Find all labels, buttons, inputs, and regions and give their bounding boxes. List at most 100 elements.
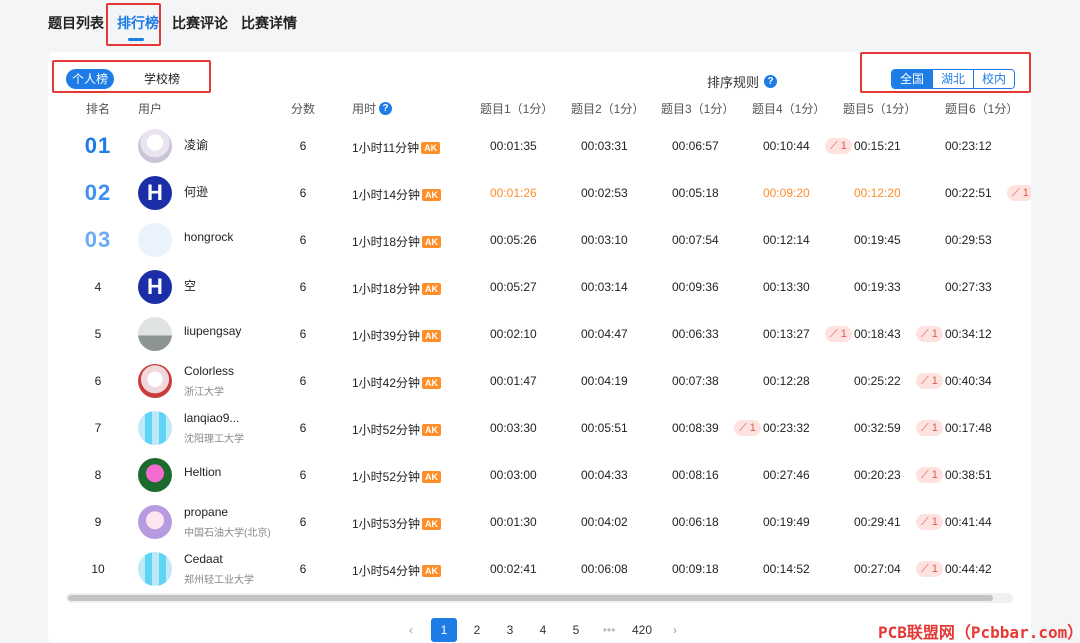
school-board-button[interactable]: 学校榜 — [132, 69, 192, 89]
problem-time-cell: 00:27:04 — [854, 562, 901, 576]
user-school: 浙江大学 — [184, 387, 224, 398]
user-name[interactable]: 空 — [184, 277, 196, 294]
wrong-attempt-badge: ⟋ 1 — [916, 420, 943, 436]
problem-time-cell: 00:13:30 — [763, 280, 810, 294]
user-name[interactable]: Colorless — [184, 364, 234, 378]
avatar[interactable] — [138, 364, 172, 398]
time-cell: 1小时18分钟 AK — [352, 233, 442, 250]
table-row: 9 propane 中国石油大学(北京) 6 1小时53分钟 AK 00:01:30 00:0… — [48, 498, 1031, 545]
trend-icon: ⟋ — [921, 422, 929, 434]
user-name[interactable]: 凌谕 — [184, 136, 208, 153]
avatar[interactable]: H — [138, 176, 172, 210]
help-icon[interactable]: ? — [764, 75, 778, 88]
table-row: 8 Heltion 6 1小时52分钟 AK 00:03:00 00:04:33 00:08:… — [48, 451, 1031, 498]
tab-problem-list[interactable]: 题目列表 — [48, 12, 104, 34]
time-cell: 1小时52分钟 AK — [352, 468, 442, 485]
problem-time-cell: 00:32:59 — [854, 421, 901, 435]
problem-time-cell: 00:14:52 — [763, 562, 810, 576]
time-value: 1小时42分钟 — [352, 376, 421, 390]
tab-contest-comments[interactable]: 比赛评论 — [172, 12, 228, 34]
sort-rule[interactable]: 排序规则 ? — [707, 72, 778, 91]
problem-time-cell: 00:02:41 — [490, 562, 537, 576]
help-icon[interactable]: ? — [379, 102, 393, 115]
page-1-button[interactable]: 1 — [431, 618, 457, 642]
user-name[interactable]: lanqiao9... — [184, 411, 239, 425]
avatar[interactable] — [138, 223, 172, 257]
page-4-button[interactable]: 4 — [530, 618, 556, 642]
problem-time-cell: 00:03:14 — [581, 280, 628, 294]
trend-icon: ⟋ — [921, 516, 929, 528]
problem-time-cell: 00:04:02 — [581, 515, 628, 529]
problem-time-cell: 00:01:26 — [490, 186, 537, 200]
problem-time-cell: 00:04:33 — [581, 468, 628, 482]
wrong-attempt-badge: ⟋ 1 — [916, 467, 943, 483]
user-name[interactable]: Heltion — [184, 465, 221, 479]
page-2-button[interactable]: 2 — [464, 618, 490, 642]
ak-badge: AK — [422, 189, 442, 201]
problem-time-cell: 00:12:28 — [763, 374, 810, 388]
tab-contest-details[interactable]: 比赛详情 — [241, 12, 297, 34]
avatar[interactable]: H — [138, 270, 172, 304]
scrollbar-thumb[interactable] — [68, 595, 993, 601]
wrong-attempt-count: 1 — [840, 328, 847, 340]
user-name[interactable]: liupengsay — [184, 324, 241, 338]
page-3-button[interactable]: 3 — [497, 618, 523, 642]
avatar[interactable] — [138, 411, 172, 445]
table-row: 4 H 空 6 1小时18分钟 AK 00:05:27 00:03:14 00:09:36 00:… — [48, 263, 1031, 310]
header-problem-6[interactable]: 题目6（1分） — [945, 100, 1018, 117]
page-5-button[interactable]: 5 — [563, 618, 589, 642]
region-national-button[interactable]: 全国 — [892, 70, 933, 88]
user-name[interactable]: propane — [184, 505, 228, 519]
score-cell: 6 — [299, 374, 307, 388]
header-problem-5[interactable]: 题目5（1分） — [843, 100, 916, 117]
problem-time-cell: 00:27:33 — [945, 280, 992, 294]
header-problem-2[interactable]: 题目2（1分） — [571, 100, 644, 117]
leaderboard-page: { "tabs": {"problems": "题目列表", "ranking"… — [0, 0, 1080, 643]
avatar[interactable] — [138, 317, 172, 351]
avatar[interactable] — [138, 458, 172, 492]
problem-time-cell: 00:06:18 — [672, 515, 719, 529]
ak-badge: AK — [422, 565, 442, 577]
wrong-attempt-badge: ⟋ 1 — [916, 514, 943, 530]
avatar[interactable] — [138, 129, 172, 163]
rank-cell: 01 — [84, 133, 112, 158]
next-page-button[interactable]: › — [662, 618, 688, 642]
problem-time-cell: 00:18:43 — [854, 327, 901, 341]
user-name[interactable]: Cedaat — [184, 552, 223, 566]
trend-icon: ⟋ — [921, 375, 929, 387]
problem-time-cell: 00:25:22 — [854, 374, 901, 388]
time-value: 1小时11分钟 — [352, 141, 420, 155]
header-time-label: 用时 — [352, 102, 377, 116]
wrong-attempt-count: 1 — [931, 563, 938, 575]
time-cell: 1小时54分钟 AK — [352, 562, 442, 579]
region-hubei-button[interactable]: 湖北 — [932, 70, 974, 88]
wrong-attempt-badge: ⟋ 1 — [916, 561, 943, 577]
header-problem-4[interactable]: 题目4（1分） — [752, 100, 825, 117]
time-cell: 1小时52分钟 AK — [352, 421, 442, 438]
personal-board-button[interactable]: 个人榜 — [66, 69, 114, 89]
page-ellipsis[interactable]: ••• — [596, 618, 622, 642]
avatar[interactable] — [138, 505, 172, 539]
problem-time-cell: 00:01:30 — [490, 515, 537, 529]
horizontal-scrollbar[interactable] — [66, 593, 1013, 603]
pagination: ‹ 1 2 3 4 5 ••• 420 › — [398, 618, 695, 642]
wrong-attempt-badge: ⟋ 1 — [916, 373, 943, 389]
trend-icon: ⟋ — [830, 140, 838, 152]
wrong-attempt-count: 1 — [840, 140, 847, 152]
table-row: 02 H 何逊 6 1小时14分钟 AK 00:01:26 00:02:53 00:05:18 0… — [48, 169, 1031, 216]
page-last-button[interactable]: 420 — [629, 618, 655, 642]
rank-cell: 10 — [91, 562, 105, 576]
problem-time-cell: 00:08:16 — [672, 468, 719, 482]
header-problem-1[interactable]: 题目1（1分） — [480, 100, 553, 117]
avatar[interactable] — [138, 552, 172, 586]
problem-time-cell: 00:23:12 — [945, 139, 992, 153]
prev-page-button[interactable]: ‹ — [398, 618, 424, 642]
header-problem-3[interactable]: 题目3（1分） — [661, 100, 734, 117]
user-name[interactable]: 何逊 — [184, 183, 208, 200]
time-cell: 1小时18分钟 AK — [352, 280, 442, 297]
user-name[interactable]: hongrock — [184, 230, 233, 244]
region-campus-button[interactable]: 校内 — [973, 70, 1015, 88]
time-value: 1小时53分钟 — [352, 517, 421, 531]
wrong-attempt-count: 1 — [931, 375, 938, 387]
tab-ranking[interactable]: 排行榜 — [117, 12, 159, 34]
